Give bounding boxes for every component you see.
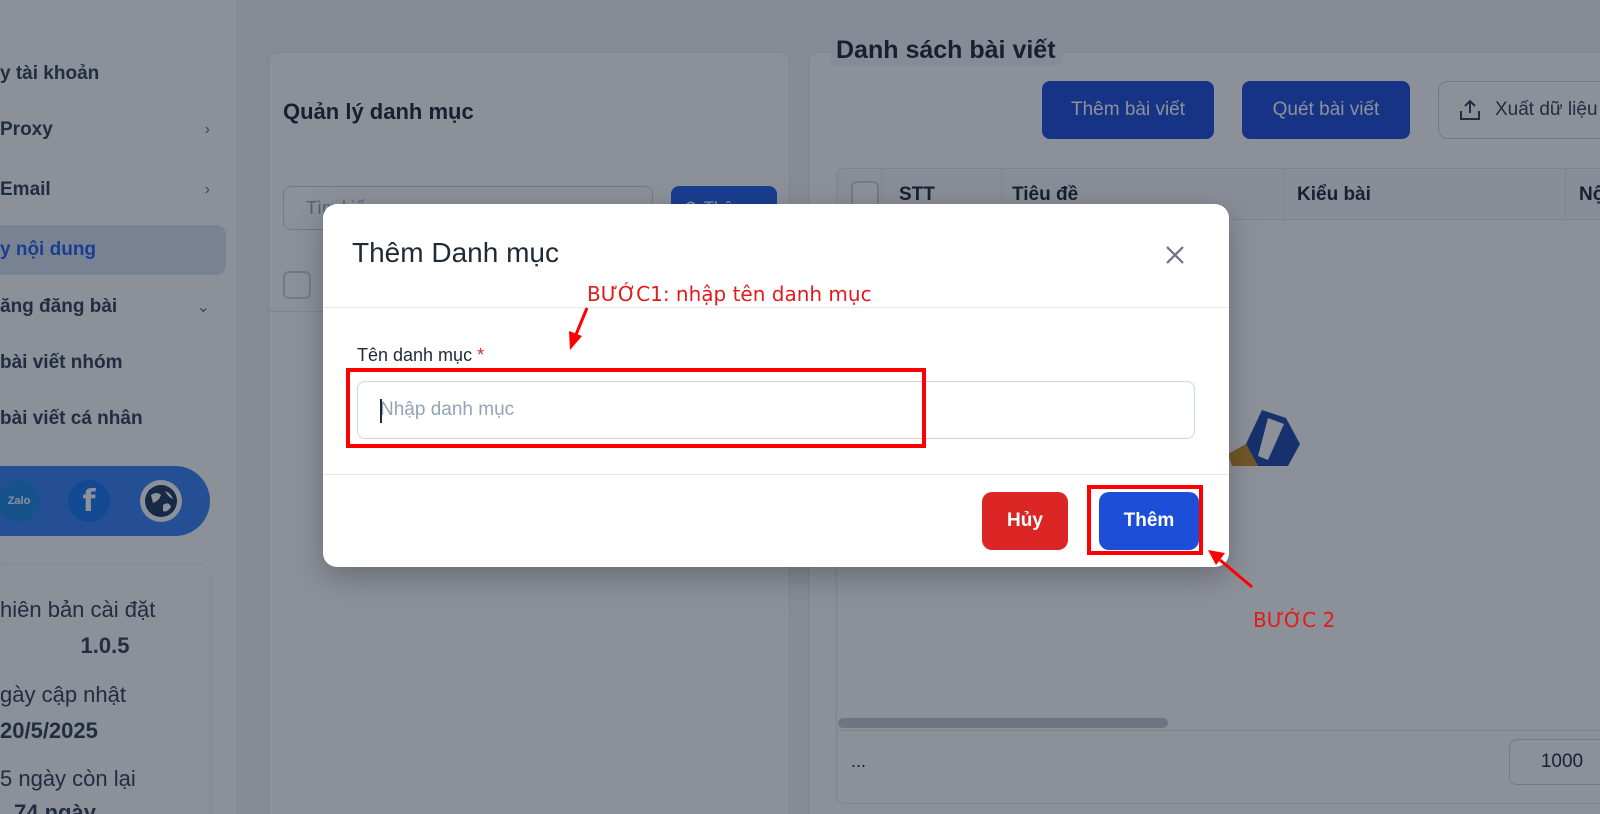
divider <box>323 474 1229 475</box>
step2-annotation: BƯỚC 2 <box>1253 608 1336 632</box>
close-icon[interactable] <box>1158 238 1192 272</box>
cancel-button[interactable]: Hủy <box>982 492 1068 550</box>
category-name-label: Tên danh mục * <box>357 345 485 365</box>
divider <box>323 307 1229 308</box>
modal-title: Thêm Danh mục <box>352 237 559 268</box>
step1-highlight-box <box>346 368 926 448</box>
step1-annotation: BƯỚC1: nhập tên danh mục <box>587 282 872 306</box>
step2-highlight-box <box>1087 485 1203 555</box>
required-mark: * <box>477 345 485 365</box>
